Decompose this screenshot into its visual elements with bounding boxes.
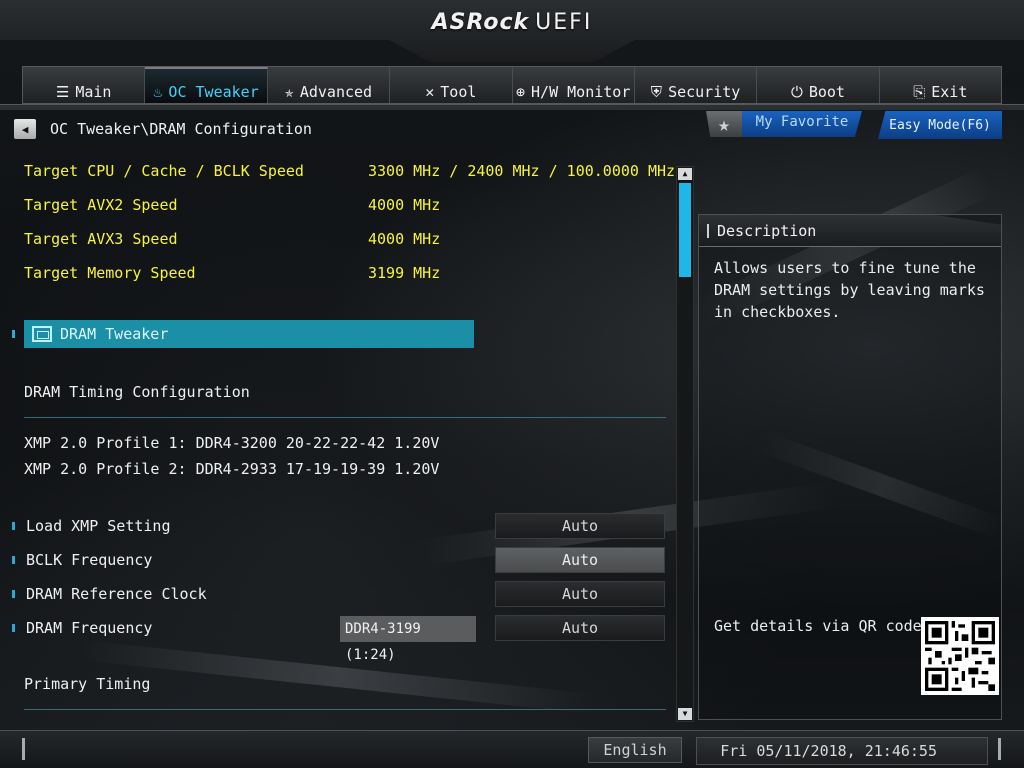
tab-hw-monitor[interactable]: ⊕ H/W Monitor — [513, 67, 635, 103]
tab-bar: ☰ Main ♨ OC Tweaker ✯ Advanced ✕ Tool ⊕ … — [22, 66, 1002, 104]
target-row: Target AVX2 Speed 4000 MHz — [24, 196, 440, 214]
scroll-up-button[interactable]: ▲ — [678, 168, 692, 180]
flame-icon: ♨ — [153, 83, 163, 101]
tab-security-label: Security — [668, 83, 741, 101]
my-favorite-button[interactable]: My Favorite — [742, 111, 862, 137]
tab-tool[interactable]: ✕ Tool — [390, 67, 513, 103]
item-marker — [12, 590, 15, 598]
tab-oc-tweaker-label: OC Tweaker — [168, 83, 259, 101]
power-icon: ⏻ — [790, 83, 803, 101]
monitor-icon: ⊕ — [516, 83, 526, 101]
list-icon: ☰ — [55, 83, 70, 101]
dram-reference-clock-dropdown[interactable]: Auto — [495, 581, 665, 607]
dram-frequency-dropdown[interactable]: Auto — [495, 615, 665, 641]
target-row: Target Memory Speed 3199 MHz — [24, 264, 440, 282]
description-text: Allows users to fine tune the DRAM setti… — [714, 259, 985, 321]
divider — [24, 709, 666, 710]
brand-logo: ASRock UEFI — [422, 10, 602, 35]
tab-main-label: Main — [75, 83, 112, 101]
target-value: 4000 MHz — [368, 196, 441, 214]
memory-icon — [32, 326, 52, 342]
scroll-thumb[interactable] — [679, 183, 691, 277]
date-time: Fri 05/11/2018, 21:46:55 — [696, 737, 988, 765]
tab-hw-monitor-label: H/W Monitor — [531, 83, 631, 101]
language-button[interactable]: English — [588, 737, 682, 763]
status-bar-edge — [998, 738, 1001, 760]
target-value: 3199 MHz — [368, 264, 441, 282]
load-xmp-setting-dropdown[interactable]: Auto — [495, 513, 665, 539]
back-button[interactable]: ◀ — [14, 119, 36, 139]
description-header: Description — [699, 215, 1001, 247]
target-value: 4000 MHz — [368, 230, 441, 248]
scroll-down-button[interactable]: ▼ — [678, 708, 692, 720]
item-marker — [12, 624, 15, 632]
divider — [24, 417, 666, 418]
setting-label: DRAM Frequency — [26, 619, 153, 637]
shield-icon: ⛨ — [650, 83, 663, 101]
up-arrow-icon: ▲ — [682, 169, 688, 178]
down-arrow-icon: ▼ — [682, 709, 688, 718]
settings-list: Target CPU / Cache / BCLK Speed 3300 MHz… — [0, 150, 676, 725]
breadcrumb-path: OC Tweaker\DRAM Configuration — [50, 120, 312, 138]
back-arrow-icon: ◀ — [21, 122, 29, 136]
tab-exit[interactable]: ⎘ Exit — [880, 67, 1001, 103]
item-marker — [12, 522, 15, 530]
setting-label: BCLK Frequency — [26, 551, 153, 569]
product-name: UEFI — [535, 10, 593, 35]
star-icon: ✯ — [284, 83, 294, 101]
target-row: Target CPU / Cache / BCLK Speed 3300 MHz… — [24, 162, 675, 180]
tab-oc-tweaker[interactable]: ♨ OC Tweaker — [145, 67, 268, 103]
qr-label: Get details via QR code — [714, 617, 922, 635]
scrollbar[interactable]: ▲ ▼ — [676, 166, 694, 722]
tab-tool-label: Tool — [440, 83, 477, 101]
star-icon: ★ — [717, 112, 731, 136]
tools-icon: ✕ — [425, 83, 435, 101]
description-panel: Description Allows users to fine tune th… — [698, 214, 1002, 720]
tab-main[interactable]: ☰ Main — [23, 67, 146, 103]
target-value: 3300 MHz / 2400 MHz / 100.0000 MHz — [368, 162, 676, 180]
status-bar-edge — [22, 738, 25, 760]
bclk-frequency-dropdown[interactable]: Auto — [495, 547, 665, 573]
tab-boot-label: Boot — [808, 83, 845, 101]
item-marker — [12, 330, 15, 338]
header-bar — [707, 223, 709, 238]
tab-exit-label: Exit — [931, 83, 968, 101]
description-title: Description — [717, 221, 817, 240]
target-label: Target AVX2 Speed — [24, 196, 178, 214]
dram-tweaker-item[interactable]: DRAM Tweaker — [24, 320, 474, 348]
easy-mode-button[interactable]: Easy Mode(F6) — [878, 111, 1002, 139]
timing-section-title: DRAM Timing Configuration — [24, 383, 250, 401]
primary-timing-title: Primary Timing — [24, 675, 151, 693]
target-label: Target CPU / Cache / BCLK Speed — [24, 162, 304, 180]
dram-tweaker-label: DRAM Tweaker — [60, 325, 169, 343]
xmp-profile-1: XMP 2.0 Profile 1: DDR4-3200 20-22-22-42… — [24, 434, 440, 452]
qr-code — [921, 617, 999, 695]
tab-advanced-label: Advanced — [299, 83, 373, 101]
target-label: Target AVX3 Speed — [24, 230, 178, 248]
setting-label: Load XMP Setting — [26, 517, 171, 535]
tab-boot[interactable]: ⏻ Boot — [757, 67, 880, 103]
target-label: Target Memory Speed — [24, 264, 196, 282]
qr-code-image — [925, 621, 995, 691]
xmp-profile-2: XMP 2.0 Profile 2: DDR4-2933 17-19-19-39… — [24, 460, 440, 478]
tab-security[interactable]: ⛨ Security — [635, 67, 758, 103]
target-row: Target AVX3 Speed 4000 MHz — [24, 230, 440, 248]
exit-icon: ⎘ — [913, 83, 926, 101]
breadcrumb: ◀ OC Tweaker\DRAM Configuration — [14, 119, 312, 139]
setting-label: DRAM Reference Clock — [26, 585, 207, 603]
favorite-star-button[interactable]: ★ — [706, 111, 742, 137]
tab-advanced[interactable]: ✯ Advanced — [268, 67, 391, 103]
brand-name: ASRock — [431, 10, 530, 35]
item-marker — [12, 556, 15, 564]
top-rail — [0, 104, 1024, 110]
dram-frequency-current: DDR4-3199 (1:24) — [340, 616, 476, 663]
